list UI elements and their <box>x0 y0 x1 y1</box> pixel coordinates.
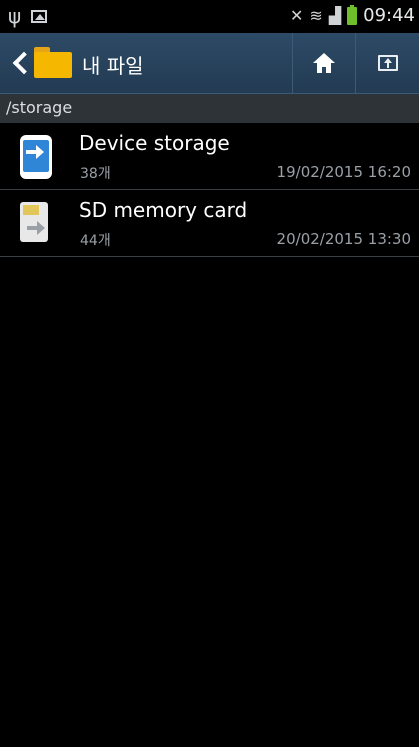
clock: 09:44 <box>363 5 415 26</box>
up-folder-button[interactable] <box>355 33 419 93</box>
item-count: 44개 <box>80 233 111 249</box>
home-button[interactable] <box>292 33 355 93</box>
gallery-icon <box>31 9 48 23</box>
home-icon <box>313 53 335 73</box>
sd-card-icon <box>20 202 52 246</box>
signal-icon: ▟ <box>328 6 342 25</box>
page-title: 내 파일 <box>82 54 144 78</box>
list-item-sd-card[interactable]: SD memory card 44개 20/02/2015 13:30 <box>0 190 419 257</box>
battery-charging-icon <box>347 5 358 25</box>
status-bar: ψ ✕ ≋ ▟ 09:44 <box>0 0 419 33</box>
mute-icon: ✕ <box>290 6 304 25</box>
storage-list: Device storage 38개 19/02/2015 16:20 SD m… <box>0 123 419 257</box>
item-name: Device storage <box>79 131 230 155</box>
breadcrumb: /storage <box>0 94 419 123</box>
back-icon <box>12 51 36 75</box>
wifi-icon: ≋ <box>309 6 323 25</box>
up-folder-icon <box>378 55 398 71</box>
action-bar: 내 파일 <box>0 33 419 94</box>
item-date: 19/02/2015 16:20 <box>276 163 411 181</box>
item-date: 20/02/2015 13:30 <box>276 230 411 248</box>
list-item-device-storage[interactable]: Device storage 38개 19/02/2015 16:20 <box>0 123 419 190</box>
usb-icon: ψ <box>8 4 22 28</box>
item-name: SD memory card <box>79 198 248 222</box>
path-text: /storage <box>6 98 73 117</box>
folder-icon[interactable] <box>34 47 72 79</box>
phone-storage-icon <box>20 135 52 179</box>
item-count: 38개 <box>80 166 111 182</box>
